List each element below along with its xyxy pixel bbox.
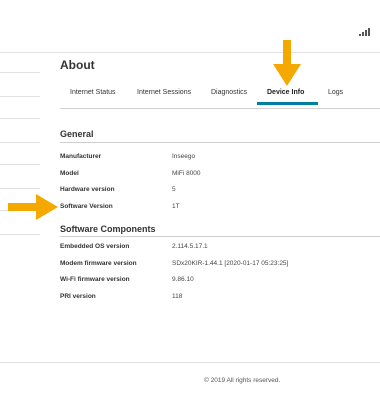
modem-firmware-version-label: Modem firmware version <box>60 260 137 267</box>
signal-icon <box>359 28 370 36</box>
sidebar-item[interactable] <box>0 72 40 73</box>
hardware-version-value: 5 <box>172 186 176 193</box>
tab-logs[interactable]: Logs <box>328 89 343 96</box>
wifi-firmware-version-label: Wi-Fi firmware version <box>60 276 130 283</box>
software-version-label: Software Version <box>60 203 113 210</box>
sidebar-item[interactable] <box>0 142 40 143</box>
page-title: About <box>60 58 95 72</box>
software-components-section-title: Software Components <box>60 224 156 234</box>
modem-firmware-version-value: SDx20KIR-1.44.1 [2020-01-17 05:23:25] <box>172 260 289 267</box>
tab-device-info[interactable]: Device Info <box>267 89 304 96</box>
model-value: MiFi 8000 <box>172 170 201 177</box>
hardware-version-label: Hardware version <box>60 186 115 193</box>
sidebar-item[interactable] <box>0 164 40 165</box>
sidebar-item[interactable] <box>0 118 40 119</box>
general-section-title: General <box>60 129 94 139</box>
arrow-icon <box>273 40 301 86</box>
pri-version-value: 118 <box>172 293 183 300</box>
manufacturer-label: Manufacturer <box>60 153 102 160</box>
manufacturer-value: Inseego <box>172 153 196 160</box>
section-divider <box>60 142 380 143</box>
active-tab-indicator <box>257 102 318 105</box>
tab-diagnostics[interactable]: Diagnostics <box>211 89 247 96</box>
tab-bar: Internet Status Internet Sessions Diagno… <box>60 86 380 109</box>
top-bar <box>0 0 380 53</box>
section-divider <box>60 236 380 237</box>
embedded-os-version-value: 2.114.5.17.1 <box>172 243 208 250</box>
tab-internet-status[interactable]: Internet Status <box>70 89 116 96</box>
footer-divider <box>0 362 380 363</box>
pri-version-label: PRI version <box>60 293 96 300</box>
model-label: Model <box>60 170 79 177</box>
wifi-firmware-version-value: 9.86.10 <box>172 276 194 283</box>
sidebar-item[interactable] <box>0 234 40 235</box>
tab-internet-sessions[interactable]: Internet Sessions <box>137 89 191 96</box>
embedded-os-version-label: Embedded OS version <box>60 243 130 250</box>
sidebar-item[interactable] <box>0 188 40 189</box>
software-version-value: 1T <box>172 203 180 210</box>
arrow-icon <box>8 194 58 220</box>
copyright-text: © 2019 All rights reserved. <box>204 377 281 384</box>
sidebar-item[interactable] <box>0 96 40 97</box>
